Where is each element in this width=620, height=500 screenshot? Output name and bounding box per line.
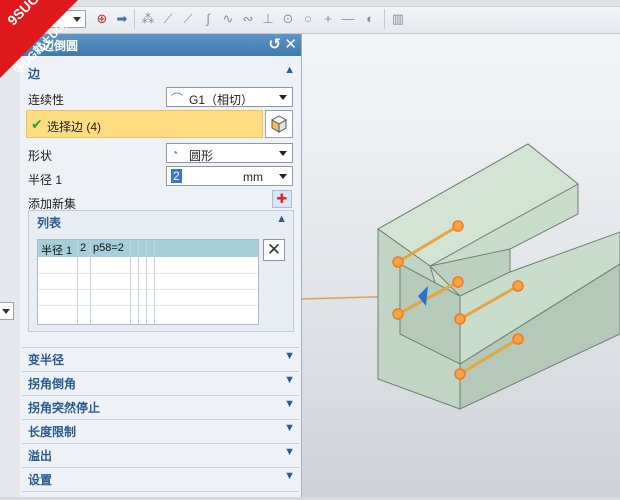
select-edge-row[interactable]: ✔ 选择边 (4) — [26, 110, 263, 138]
column-divider — [130, 240, 131, 324]
row-divider — [38, 289, 258, 290]
set-expression-cell: p58=2 — [93, 242, 124, 254]
chevron-down-icon: ▼ — [284, 350, 295, 362]
stop-short-of-corner-section-header[interactable]: 拐角突然停止 ▼ — [22, 396, 299, 416]
cube-icon — [270, 115, 288, 133]
radius-label: 半径 1 — [28, 173, 63, 187]
circle-shape-icon: ◔ — [171, 146, 179, 160]
edge-handle[interactable] — [392, 308, 404, 320]
grid-icon[interactable]: ▥ — [390, 11, 406, 27]
existing-point-snap-icon[interactable]: + — [320, 11, 336, 27]
snap-icon[interactable]: ⊕ — [94, 11, 110, 27]
section-title: 长度限制 — [28, 425, 77, 439]
side-dropdown[interactable] — [0, 302, 14, 320]
section-title: 溢出 — [28, 449, 53, 463]
edge-handle[interactable] — [452, 220, 464, 232]
column-divider — [138, 240, 139, 324]
set-value-cell: 2 — [80, 242, 87, 254]
variable-radius-section-header[interactable]: 变半径 ▼ — [22, 348, 299, 368]
shape-dropdown[interactable]: ◔ 圆形 — [166, 143, 293, 163]
shape-value: 圆形 — [189, 149, 214, 163]
section-title: 拐角倒角 — [28, 377, 77, 391]
top-toolbar: ⊕ ➡ ⁂ ⟋ ⟋ ∫ ∿ ∾ ⊥ ⊙ ○ + — ◐ ▥ — [0, 0, 620, 34]
edge-handle[interactable] — [452, 276, 464, 288]
column-divider — [77, 240, 78, 324]
edge-handle[interactable] — [392, 256, 404, 268]
chevron-down-icon: ▼ — [284, 398, 295, 410]
overflow-section-header[interactable]: 溢出 ▼ — [22, 444, 299, 464]
chevron-down-icon: ▼ — [284, 470, 295, 482]
chevron-up-icon: ▲ — [284, 64, 295, 76]
list-group: 列表 ▲ 半径 1 2 p58=2 ✕ — [28, 210, 294, 332]
quadrant-snap-icon[interactable]: ○ — [300, 11, 316, 27]
center-snap-icon[interactable]: ⊙ — [280, 11, 296, 27]
settings-section-header[interactable]: 设置 ▼ — [22, 468, 299, 488]
row-divider — [38, 305, 258, 306]
reset-icon[interactable]: ↺ — [268, 35, 281, 53]
endpoint-snap-icon[interactable]: ⁂ — [140, 11, 156, 27]
length-limit-section-header[interactable]: 长度限制 ▼ — [22, 420, 299, 440]
section-title: 设置 — [28, 473, 53, 487]
radius-unit: mm — [243, 170, 263, 184]
chevron-down-icon — [279, 151, 287, 156]
toolbar-divider — [384, 9, 385, 29]
control-point-snap-icon[interactable]: ∿ — [220, 11, 236, 27]
corner-setback-section-header[interactable]: 拐角倒角 ▼ — [22, 372, 299, 392]
chevron-up-icon: ▲ — [276, 213, 287, 225]
edge-handle[interactable] — [454, 368, 466, 380]
radius-field[interactable]: 2 mm — [166, 166, 293, 186]
tangent-icon: ⌒ — [171, 92, 184, 106]
row-divider — [38, 273, 258, 274]
line-snap-icon[interactable]: ⟋ — [160, 11, 176, 27]
set-name-cell: 半径 1 — [41, 245, 73, 257]
graphics-viewport[interactable] — [299, 34, 620, 497]
toolbar-divider — [134, 9, 135, 29]
chevron-down-icon: ▼ — [284, 422, 295, 434]
intersection-snap-icon[interactable]: ⊥ — [260, 11, 276, 27]
edge-blend-dialog: 边倒圆 ↺ ✕ 边 ▲ 连续性 ⌒ G1（相切） ✔ 选择边 (4) 形状 ◔ … — [20, 34, 302, 497]
radius-value[interactable]: 2 — [171, 169, 182, 183]
curve-snap-icon[interactable]: ∫ — [200, 11, 216, 27]
radius-set-table[interactable]: 半径 1 2 p58=2 — [37, 239, 259, 325]
menu-strip — [0, 0, 620, 7]
column-divider — [154, 240, 155, 324]
select-edge-button[interactable] — [265, 110, 293, 138]
chevron-down-icon: ▼ — [284, 374, 295, 386]
column-divider — [90, 240, 91, 324]
edge-handle[interactable] — [512, 333, 524, 345]
column-divider — [146, 240, 147, 324]
chevron-down-icon — [2, 309, 10, 314]
close-icon[interactable]: ✕ — [284, 35, 297, 53]
chevron-down-icon — [279, 95, 287, 100]
point-on-curve-snap-icon[interactable]: — — [340, 11, 356, 27]
check-icon: ✔ — [31, 116, 43, 132]
spline-snap-icon[interactable]: ∾ — [240, 11, 256, 27]
chevron-down-icon — [279, 174, 287, 179]
chevron-down-icon: ▼ — [284, 446, 295, 458]
list-header[interactable]: 列表 ▲ — [29, 211, 293, 231]
select-edge-label: 选择边 (4) — [47, 120, 102, 134]
part-model — [299, 143, 620, 410]
arrow-right-icon[interactable]: ➡ — [114, 11, 130, 27]
add-new-set-button[interactable]: ✚ — [272, 190, 292, 208]
section-divider — [22, 491, 299, 492]
shape-label: 形状 — [28, 149, 53, 163]
delete-set-button[interactable]: ✕ — [263, 239, 285, 261]
edge-handle[interactable] — [512, 280, 524, 292]
continuity-label: 连续性 — [28, 93, 65, 107]
face-snap-icon[interactable]: ◐ — [362, 11, 378, 27]
list-title: 列表 — [37, 216, 62, 230]
section-title: 变半径 — [28, 353, 65, 367]
continuity-dropdown[interactable]: ⌒ G1（相切） — [166, 87, 293, 107]
edge-handle[interactable] — [454, 313, 466, 325]
close-icon: ✕ — [266, 240, 282, 259]
section-title: 拐角突然停止 — [28, 401, 101, 415]
resource-bar — [0, 34, 20, 497]
continuity-value: G1（相切） — [189, 93, 254, 107]
midpoint-snap-icon[interactable]: ⟋ — [180, 11, 196, 27]
